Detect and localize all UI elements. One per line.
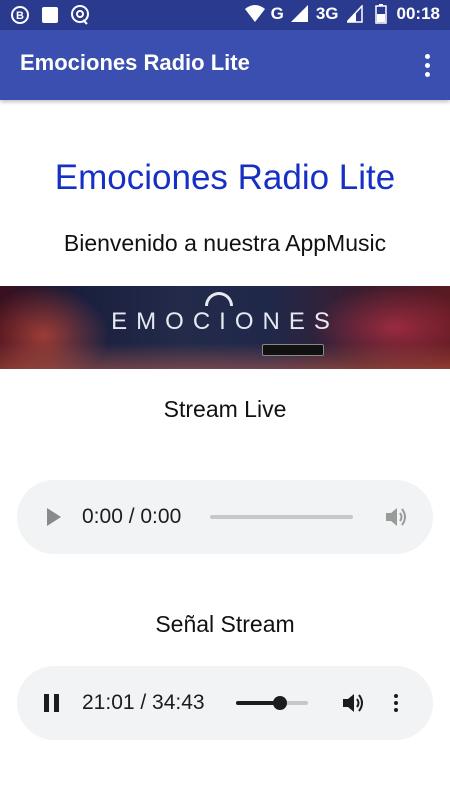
b-circle-icon: B [10, 5, 30, 25]
network-type-label: G [270, 4, 284, 23]
system-status: G 3G 00:18 [244, 4, 440, 24]
banner-image: EMOCIONES [0, 286, 450, 369]
signal-icon [290, 4, 310, 24]
player-time: 21:01 / 34:43 [82, 691, 205, 714]
volume-icon[interactable] [384, 505, 410, 529]
page-title: Emociones Radio Lite [54, 158, 396, 197]
clock: 00:18 [396, 4, 440, 23]
wifi-icon [244, 4, 265, 24]
app-title: Emociones Radio Lite [20, 50, 250, 75]
player-time: 0:00 / 0:00 [82, 505, 182, 528]
banner-logo-text: EMOCIONES [111, 308, 339, 335]
audio-player-senal-stream: 21:01 / 34:43 [17, 666, 433, 740]
more-vert-icon[interactable] [418, 50, 436, 80]
stream-live-label: Stream Live [163, 396, 287, 422]
seek-thumb[interactable] [272, 696, 287, 710]
more-options-icon[interactable] [390, 692, 402, 714]
seek-bar[interactable] [210, 515, 353, 519]
signal-icon-2 [345, 4, 365, 24]
senal-stream-label: Señal Stream [155, 611, 295, 637]
page-subtitle: Bienvenido a nuestra AppMusic [63, 230, 387, 256]
square-icon [40, 5, 60, 25]
pause-icon[interactable] [44, 694, 60, 712]
notification-icons: B [10, 5, 90, 25]
battery-icon [371, 4, 391, 24]
volume-icon[interactable] [341, 691, 367, 715]
svg-text:B: B [16, 10, 24, 22]
headphones-logo-icon [205, 292, 233, 306]
network-type-label-2: 3G [315, 4, 339, 23]
status-bar: B G 3G 00:18 [0, 0, 450, 30]
play-icon[interactable] [47, 508, 61, 526]
chat-icon [70, 5, 90, 25]
audio-player-stream-live: 0:00 / 0:00 [17, 480, 433, 554]
google-play-badge [262, 344, 324, 356]
app-bar: Emociones Radio Lite [0, 30, 450, 100]
seek-bar[interactable] [236, 696, 308, 710]
